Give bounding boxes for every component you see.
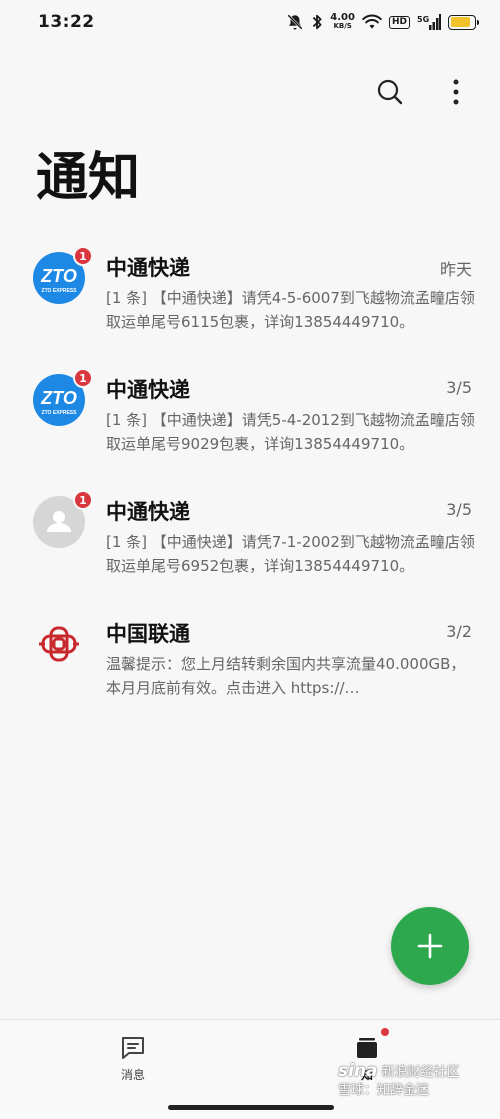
message-date: 3/2 (446, 622, 472, 641)
unread-badge: 1 (73, 490, 93, 510)
hd-voice-icon: HD (388, 15, 410, 29)
more-options-button[interactable] (440, 76, 472, 108)
network-speed: 4.00 KB/S (330, 12, 355, 31)
home-indicator[interactable] (168, 1105, 334, 1110)
notification-list: ZTO ZTO EXPRESS 1 中通快递 昨天 [1 条] 【中通快递】请凭… (0, 232, 500, 720)
china-unicom-logo-icon (33, 618, 85, 670)
search-button[interactable] (374, 76, 406, 108)
clock: 13:22 (38, 12, 95, 32)
status-bar: 13:22 4.00 KB/S HD 5G (0, 0, 500, 44)
watermark: sina 新浪财经社区 雪球：知辞金迷 (338, 1062, 460, 1100)
message-date: 昨天 (439, 260, 472, 279)
wifi-icon (362, 14, 382, 29)
status-icons: 4.00 KB/S HD 5G (286, 12, 479, 31)
svg-text:ZTO: ZTO (40, 388, 77, 408)
message-preview: [1 条] 【中通快递】请凭7-1-2002到飞越物流孟疃店领取运单尾号6952… (106, 533, 475, 575)
sender-name: 中通快递 (106, 378, 190, 402)
toolbar (374, 76, 472, 108)
bluetooth-icon (313, 14, 322, 30)
watermark-line1: sina 新浪财经社区 (338, 1061, 460, 1081)
search-icon (377, 79, 403, 105)
message-date: 3/5 (446, 378, 472, 397)
list-item[interactable]: 1 中通快递 3/5 [1 条] 【中通快递】请凭7-1-2002到飞越物流孟疃… (0, 476, 500, 598)
sender-name: 中国联通 (106, 622, 190, 646)
list-item[interactable]: ZTO ZTO EXPRESS 1 中通快递 昨天 [1 条] 【中通快递】请凭… (0, 232, 500, 354)
svg-text:5G: 5G (417, 15, 429, 24)
mute-bell-icon (287, 14, 303, 30)
watermark-line2: 雪球：知辞金迷 (338, 1083, 430, 1098)
unread-badge: 1 (73, 368, 93, 388)
sender-name: 中通快递 (106, 500, 190, 524)
notification-box-icon (357, 1038, 377, 1058)
message-preview: [1 条] 【中通快递】请凭5-4-2012到飞越物流孟疃店领取运单尾号9029… (106, 411, 475, 453)
svg-text:ZTO: ZTO (40, 266, 77, 286)
message-preview: [1 条] 【中通快递】请凭4-5-6007到飞越物流孟疃店领取运单尾号6115… (106, 289, 475, 331)
avatar (33, 618, 85, 670)
svg-text:ZTO EXPRESS: ZTO EXPRESS (42, 288, 78, 294)
list-item[interactable]: 中国联通 3/2 温馨提示：您上月结转剩余国内共享流量40.000GB， 本月月… (0, 598, 500, 720)
list-item[interactable]: ZTO ZTO EXPRESS 1 中通快递 3/5 [1 条] 【中通快递】请… (0, 354, 500, 476)
message-date: 3/5 (446, 500, 472, 519)
new-indicator-dot (381, 1028, 389, 1036)
avatar: ZTO ZTO EXPRESS 1 (33, 246, 93, 304)
svg-text:ZTO EXPRESS: ZTO EXPRESS (42, 410, 78, 416)
message-preview: 温馨提示：您上月结转剩余国内共享流量40.000GB， 本月月底前有效。点击进入… (106, 655, 466, 697)
chat-bubble-icon (122, 1037, 144, 1059)
battery-icon (448, 14, 479, 30)
more-vertical-icon (453, 79, 459, 105)
battery-level (450, 17, 471, 27)
sender-name: 中通快递 (106, 256, 190, 280)
signal-5g-icon: 5G (417, 14, 441, 30)
unread-badge: 1 (73, 246, 93, 266)
avatar: 1 (33, 490, 93, 548)
tab-messages[interactable]: 消息 (83, 1034, 183, 1083)
tab-messages-label: 消息 (120, 1068, 145, 1082)
plus-icon (417, 933, 443, 959)
page-title: 通知 (36, 148, 141, 208)
avatar: ZTO ZTO EXPRESS 1 (33, 368, 93, 426)
compose-button[interactable] (391, 907, 469, 985)
